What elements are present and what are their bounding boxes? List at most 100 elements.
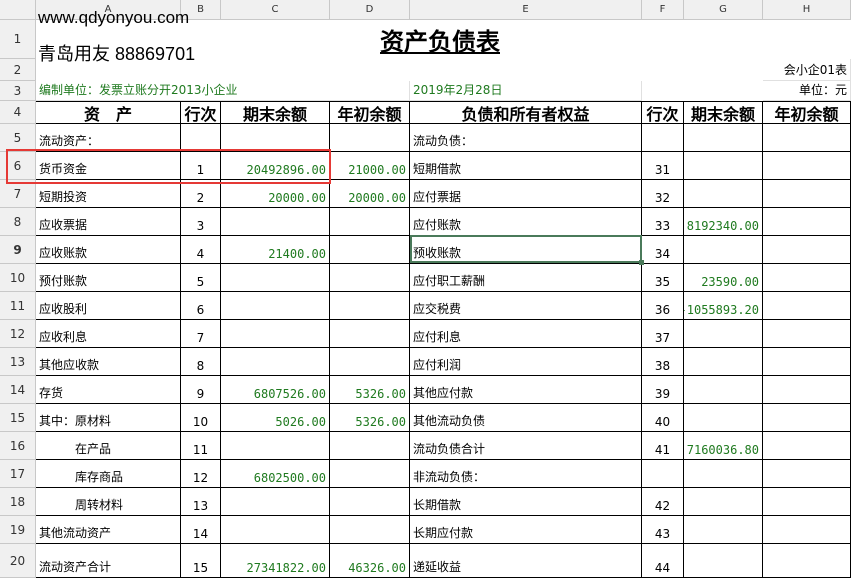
cell-liab-row-13[interactable]: 应付利润 [410,348,642,376]
cell-liab-row-19[interactable]: 长期应付款 [410,516,642,544]
cell-end-b-row-14[interactable] [684,376,763,404]
cell-end-a-row-18[interactable] [221,488,330,516]
cell-end-a-row-8[interactable] [221,208,330,236]
row-header-8[interactable]: 8 [0,208,36,236]
cell-end-a-row-20[interactable]: 27341822.00 [221,544,330,578]
row-header-19[interactable]: 19 [0,516,36,544]
column-header-c[interactable]: C [221,0,330,20]
cell-begin-a-row-13[interactable] [330,348,410,376]
row-header-4[interactable]: 4 [0,101,36,124]
cell-begin-a-row-14[interactable]: 5326.00 [330,376,410,404]
cell-line-a-row-9[interactable]: 4 [181,236,221,264]
header-asset[interactable]: 资 产 [36,101,181,124]
cell-line-b-row-14[interactable]: 39 [642,376,684,404]
cell-end-a-row-14[interactable]: 6807526.00 [221,376,330,404]
cell-end-b-row-6[interactable] [684,152,763,180]
cell-begin-a-row-17[interactable] [330,460,410,488]
cell-asset-row-12[interactable]: 应收利息 [36,320,181,348]
cell-line-b-row-12[interactable]: 37 [642,320,684,348]
row-header-1[interactable]: 1 [0,20,36,59]
cell-line-a-row-16[interactable]: 11 [181,432,221,460]
cell-line-a-row-15[interactable]: 10 [181,404,221,432]
cell-asset-row-6[interactable]: 货币资金 [36,152,181,180]
cell-asset-row-5[interactable]: 流动资产： [36,124,181,152]
cell-liab-row-10[interactable]: 应付职工薪酬 [410,264,642,292]
cell-begin-b-row-15[interactable] [763,404,851,432]
column-header-h[interactable]: H [763,0,851,20]
cell-begin-b-row-13[interactable] [763,348,851,376]
cell-asset-row-20[interactable]: 流动资产合计 [36,544,181,578]
cell-end-a-row-10[interactable] [221,264,330,292]
row-header-16[interactable]: 16 [0,432,36,460]
cell-begin-b-row-16[interactable] [763,432,851,460]
cell-asset-row-14[interactable]: 存货 [36,376,181,404]
header-begin-b[interactable]: 年初余额 [763,101,851,124]
header-begin-a[interactable]: 年初余额 [330,101,410,124]
cell-line-a-row-13[interactable]: 8 [181,348,221,376]
cell-end-a-row-5[interactable] [221,124,330,152]
cell-line-a-row-19[interactable]: 14 [181,516,221,544]
cell-asset-row-15[interactable]: 其中：原材料 [36,404,181,432]
cell-begin-b-row-6[interactable] [763,152,851,180]
cell-liab-row-18[interactable]: 长期借款 [410,488,642,516]
cell-line-b-row-18[interactable]: 42 [642,488,684,516]
row-header-7[interactable]: 7 [0,180,36,208]
column-header-e[interactable]: E [410,0,642,20]
row-header-17[interactable]: 17 [0,460,36,488]
cell-end-a-row-19[interactable] [221,516,330,544]
cell-line-a-row-8[interactable]: 3 [181,208,221,236]
cell-end-a-row-6[interactable]: 20492896.00 [221,152,330,180]
cell-asset-row-7[interactable]: 短期投资 [36,180,181,208]
cell-end-b-row-12[interactable] [684,320,763,348]
currency-unit[interactable]: 单位：元 [763,81,851,101]
cell-end-a-row-17[interactable]: 6802500.00 [221,460,330,488]
cell-begin-b-row-18[interactable] [763,488,851,516]
cell-end-b-row-10[interactable]: 23590.00 [684,264,763,292]
cell-asset-row-11[interactable]: 应收股利 [36,292,181,320]
cell-begin-a-row-10[interactable] [330,264,410,292]
header-line-b[interactable]: 行次 [642,101,684,124]
cell-asset-row-17[interactable]: 库存商品 [36,460,181,488]
cell-line-b-row-17[interactable] [642,460,684,488]
cell-line-b-row-13[interactable]: 38 [642,348,684,376]
row-header-20[interactable]: 20 [0,544,36,578]
cell-end-b-row-17[interactable] [684,460,763,488]
cell-line-a-row-14[interactable]: 9 [181,376,221,404]
cell-begin-b-row-10[interactable] [763,264,851,292]
cell-begin-a-row-20[interactable]: 46326.00 [330,544,410,578]
cell-liab-row-17[interactable]: 非流动负债： [410,460,642,488]
row-header-18[interactable]: 18 [0,488,36,516]
cell-begin-b-row-7[interactable] [763,180,851,208]
cell-line-b-row-8[interactable]: 33 [642,208,684,236]
cell-liab-row-11[interactable]: 应交税费 [410,292,642,320]
cell-liab-row-16[interactable]: 流动负债合计 [410,432,642,460]
cell-begin-a-row-19[interactable] [330,516,410,544]
cell-end-b-row-8[interactable]: 8192340.00 [684,208,763,236]
cell-end-b-row-15[interactable] [684,404,763,432]
cell-asset-row-13[interactable]: 其他应收款 [36,348,181,376]
cell-line-b-row-19[interactable]: 43 [642,516,684,544]
row-header-12[interactable]: 12 [0,320,36,348]
row-header-15[interactable]: 15 [0,404,36,432]
cell-line-b-row-10[interactable]: 35 [642,264,684,292]
header-end-b[interactable]: 期末余额 [684,101,763,124]
header-line-a[interactable]: 行次 [181,101,221,124]
cell-liab-row-9[interactable]: 预收账款 [410,236,642,264]
cell-begin-b-row-12[interactable] [763,320,851,348]
cell-begin-a-row-15[interactable]: 5326.00 [330,404,410,432]
cell-liab-row-20[interactable]: 递延收益 [410,544,642,578]
cell-begin-a-row-8[interactable] [330,208,410,236]
cell-end-a-row-11[interactable] [221,292,330,320]
header-liab[interactable]: 负债和所有者权益 [410,101,642,124]
cell-begin-a-row-6[interactable]: 21000.00 [330,152,410,180]
row-header-10[interactable]: 10 [0,264,36,292]
cell-line-a-row-12[interactable]: 7 [181,320,221,348]
cell-begin-b-row-17[interactable] [763,460,851,488]
header-end-a[interactable]: 期末余额 [221,101,330,124]
cell-line-a-row-6[interactable]: 1 [181,152,221,180]
cell-begin-a-row-11[interactable] [330,292,410,320]
cell-end-a-row-9[interactable]: 21400.00 [221,236,330,264]
cell-line-b-row-9[interactable]: 34 [642,236,684,264]
cell-end-a-row-15[interactable]: 5026.00 [221,404,330,432]
cell-line-a-row-20[interactable]: 15 [181,544,221,578]
